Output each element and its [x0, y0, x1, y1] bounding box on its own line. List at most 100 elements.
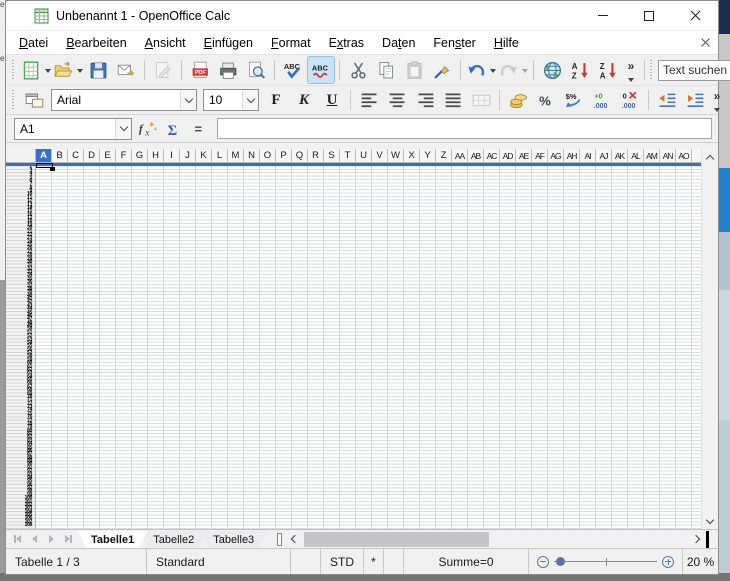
sort-ascending-button[interactable] [567, 57, 593, 83]
column-header-j[interactable]: J [180, 149, 196, 162]
column-header-r[interactable]: R [308, 149, 324, 162]
undo-button[interactable] [466, 57, 496, 83]
column-header-t[interactable]: T [340, 149, 356, 162]
menu-bearbeiten[interactable]: Bearbeiten [57, 33, 135, 53]
column-header-z[interactable]: Z [436, 149, 452, 162]
menu-extras[interactable]: Extras [320, 33, 373, 53]
font-size-combobox[interactable]: 10 [203, 89, 259, 111]
spellcheck-button[interactable] [280, 57, 306, 83]
toolbar-grip[interactable] [11, 90, 16, 110]
previous-sheet-button[interactable] [28, 533, 41, 546]
row-headers[interactable]: 1234567891011121314151617181920212223242… [6, 163, 36, 529]
close-document-button[interactable] [701, 38, 710, 47]
bold-button[interactable]: F [263, 87, 289, 113]
function-wizard-button[interactable] [135, 117, 161, 141]
currency-format-button[interactable] [505, 87, 531, 113]
column-header-h[interactable]: H [148, 149, 164, 162]
column-header-ae[interactable]: AE [516, 149, 532, 162]
sort-descending-button[interactable] [595, 57, 621, 83]
hyperlink-button[interactable] [539, 57, 565, 83]
column-header-a[interactable]: A [36, 149, 52, 162]
scroll-down-button[interactable] [702, 513, 719, 529]
column-header-n[interactable]: N [244, 149, 260, 162]
column-header-w[interactable]: W [388, 149, 404, 162]
spreadsheet-cells[interactable] [36, 163, 701, 529]
column-header-q[interactable]: Q [292, 149, 308, 162]
align-right-button[interactable] [412, 87, 438, 113]
format-paintbrush-button[interactable] [429, 57, 455, 83]
column-header-u[interactable]: U [356, 149, 372, 162]
input-line[interactable] [217, 118, 712, 139]
menu-daten[interactable]: Daten [373, 33, 424, 53]
font-name-combobox[interactable]: Arial [51, 89, 197, 111]
column-header-ac[interactable]: AC [484, 149, 500, 162]
column-header-af[interactable]: AF [532, 149, 548, 162]
zoom-in-button[interactable] [662, 556, 674, 568]
column-header-f[interactable]: F [116, 149, 132, 162]
column-header-d[interactable]: D [84, 149, 100, 162]
horizontal-scroll-thumb[interactable] [304, 532, 489, 547]
percent-format-button[interactable] [533, 87, 559, 113]
menu-ansicht[interactable]: Ansicht [136, 33, 195, 53]
next-sheet-button[interactable] [45, 533, 58, 546]
column-header-y[interactable]: Y [420, 149, 436, 162]
italic-button[interactable]: K [291, 87, 317, 113]
column-header-v[interactable]: V [372, 149, 388, 162]
column-header-ao[interactable]: AO [676, 149, 692, 162]
standard-toolbar-overflow[interactable] [623, 57, 639, 83]
align-justify-button[interactable] [440, 87, 466, 113]
column-header-aa[interactable]: AA [452, 149, 468, 162]
align-left-button[interactable] [356, 87, 382, 113]
title-bar[interactable]: Unbenannt 1 - OpenOffice Calc [6, 1, 718, 31]
font-name-dropdown-button[interactable] [180, 90, 196, 110]
column-header-al[interactable]: AL [628, 149, 644, 162]
zoom-percent[interactable]: 20 % [683, 549, 718, 574]
name-box-dropdown-button[interactable] [115, 119, 131, 139]
copy-button[interactable] [373, 57, 399, 83]
cell-cursor-handle[interactable] [50, 167, 55, 171]
scroll-right-button[interactable] [689, 531, 706, 547]
column-header-an[interactable]: AN [660, 149, 676, 162]
column-header-aj[interactable]: AJ [596, 149, 612, 162]
print-button[interactable] [215, 57, 241, 83]
close-button[interactable] [672, 1, 718, 30]
maximize-button[interactable] [626, 1, 672, 30]
zoom-slider[interactable] [529, 549, 683, 574]
column-header-k[interactable]: K [196, 149, 212, 162]
align-center-button[interactable] [384, 87, 410, 113]
column-headers[interactable]: ABCDEFGHIJKLMNOPQRSTUVWXYZAAABACADAEAFAG… [6, 149, 701, 163]
vertical-scroll-track[interactable] [702, 165, 718, 513]
column-header-l[interactable]: L [212, 149, 228, 162]
email-button[interactable] [113, 57, 139, 83]
column-header-b[interactable]: B [52, 149, 68, 162]
underline-button[interactable]: U [319, 87, 345, 113]
selection-mode[interactable]: STD [321, 549, 364, 574]
column-header-ak[interactable]: AK [612, 149, 628, 162]
column-header-g[interactable]: G [132, 149, 148, 162]
new-document-button[interactable] [21, 57, 51, 83]
export-pdf-button[interactable] [187, 57, 213, 83]
cell-grid[interactable]: 1234567891011121314151617181920212223242… [6, 163, 701, 529]
sheet-position[interactable]: Tabelle 1 / 3 [6, 549, 147, 574]
row-header[interactable]: 108 [6, 524, 35, 527]
name-box[interactable]: A1 [14, 118, 132, 140]
sheet-tab-tabelle1[interactable]: Tabelle1 [78, 531, 147, 548]
zoom-slider-thumb[interactable] [556, 557, 565, 566]
zoom-out-button[interactable] [537, 556, 549, 568]
sum-display[interactable]: Summe=0 [404, 549, 529, 574]
column-header-i[interactable]: I [164, 149, 180, 162]
tab-scrollbar-splitter[interactable] [277, 533, 282, 546]
document-modified[interactable]: * [364, 549, 384, 574]
scroll-up-button[interactable] [702, 149, 719, 165]
column-header-e[interactable]: E [100, 149, 116, 162]
function-button[interactable] [187, 117, 213, 141]
scroll-left-button[interactable] [285, 531, 302, 547]
page-preview-button[interactable] [243, 57, 269, 83]
minimize-button[interactable] [580, 1, 626, 30]
column-header-ah[interactable]: AH [564, 149, 580, 162]
menu-fenster[interactable]: Fenster [424, 33, 484, 53]
column-header-ad[interactable]: AD [500, 149, 516, 162]
column-header-o[interactable]: O [260, 149, 276, 162]
column-header-ai[interactable]: AI [580, 149, 596, 162]
horizontal-scrollbar[interactable] [285, 531, 706, 548]
